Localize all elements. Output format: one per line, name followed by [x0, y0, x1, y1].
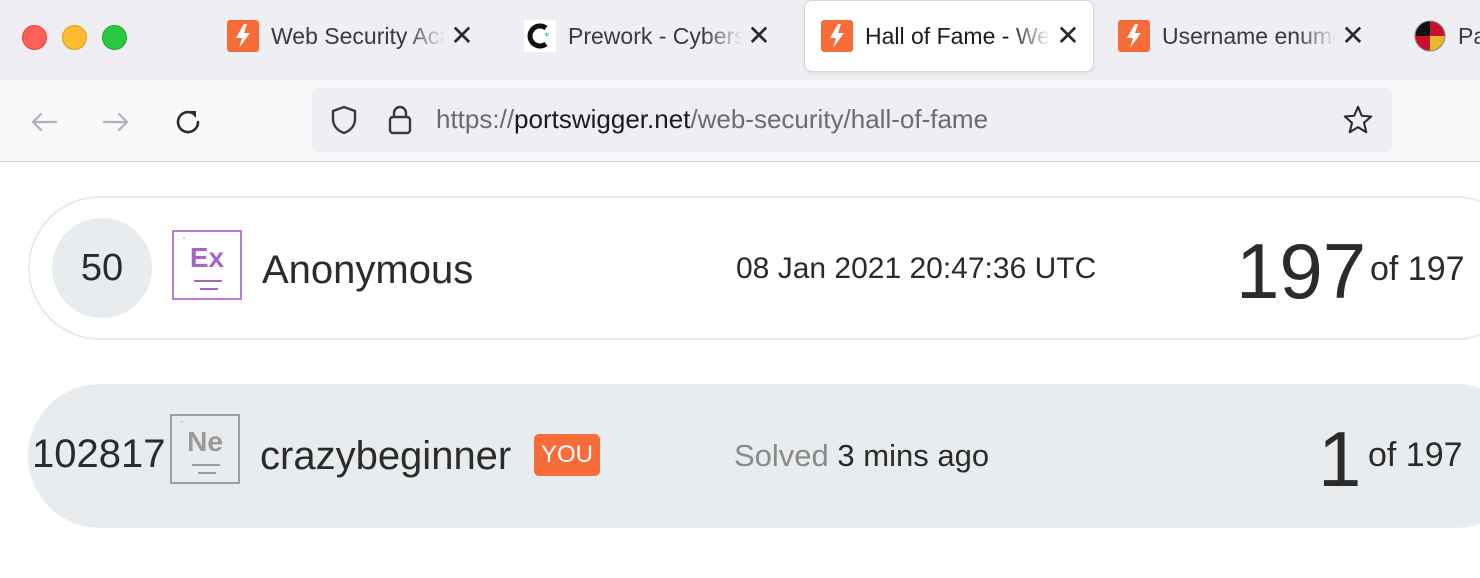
window-maximize-button[interactable] — [102, 25, 127, 50]
lock-icon[interactable] — [384, 104, 416, 136]
tab-title: Username enumeration — [1162, 22, 1336, 49]
portswigger-logo-icon — [227, 20, 259, 52]
arrow-right-icon — [102, 112, 129, 132]
solved-label: Solved — [734, 438, 829, 473]
portswigger-logo-icon — [821, 20, 853, 52]
rank-badge: 50 — [52, 218, 152, 318]
username: crazybeginner — [260, 434, 512, 478]
bookmark-star-icon[interactable] — [1342, 104, 1374, 136]
tab-title: Hall of Fame - Web Security Academy — [865, 22, 1051, 49]
you-badge: YOU — [534, 434, 601, 476]
portswigger-logo-icon — [1118, 20, 1150, 52]
svg-text:*: * — [544, 30, 550, 43]
tab-hall-of-fame[interactable]: Hall of Fame - Web Security Academy ✕ — [804, 0, 1094, 72]
solved-count: 197 — [1236, 227, 1367, 315]
newbie-level-icon: ˈ Ne — [170, 414, 240, 484]
codepath-logo-icon: * — [524, 20, 556, 52]
level-symbol: Ex — [189, 242, 225, 273]
navigation-bar: https://portswigger.net/web-security/hal… — [0, 80, 1480, 162]
address-bar[interactable]: https://portswigger.net/web-security/hal… — [312, 88, 1392, 152]
window-close-button[interactable] — [22, 25, 47, 50]
tab-bar: Web Security Academy ✕ * Prework - Cyber… — [0, 0, 1480, 80]
leaderboard-row: 50 ˈ Ex Anonymous 08 Jan 2021 20:47:36 U… — [28, 196, 1480, 340]
tab-username-enumeration[interactable]: Username enumeration ✕ — [1118, 0, 1378, 72]
completion-date: 08 Jan 2021 20:47:36 UTC — [736, 252, 1097, 285]
rank-number: 102817 — [32, 432, 166, 476]
level-symbol: Ne — [187, 426, 223, 457]
solved-count: 1 — [1318, 415, 1362, 503]
url-path: /web-security/hall-of-fame — [690, 104, 989, 134]
window-minimize-button[interactable] — [62, 25, 87, 50]
tab-partial[interactable]: Pa — [1414, 0, 1480, 72]
tab-close-icon[interactable]: ✕ — [1055, 22, 1081, 50]
tab-close-icon[interactable]: ✕ — [449, 22, 475, 50]
tab-close-icon[interactable]: ✕ — [1340, 22, 1366, 50]
total-labs: of 197 — [1368, 436, 1463, 474]
url-host: portswigger.net — [514, 104, 691, 134]
url-text[interactable]: https://portswigger.net/web-security/hal… — [436, 104, 988, 135]
tab-title: Prework - Cybersecurity — [568, 22, 742, 49]
maryland-flag-icon — [1414, 20, 1446, 52]
tab-close-icon[interactable]: ✕ — [746, 22, 772, 50]
url-scheme: https:// — [436, 104, 515, 134]
tab-prework[interactable]: * Prework - Cybersecurity ✕ — [524, 0, 784, 72]
expert-level-icon: ˈ Ex — [172, 230, 242, 300]
shield-icon[interactable] — [328, 104, 360, 136]
leaderboard-row-current-user: 102817 ˈ Ne crazybeginner YOU Solved 3 m… — [28, 384, 1480, 528]
solved-time: 3 mins ago — [837, 438, 990, 473]
tab-web-security-academy[interactable]: Web Security Academy ✕ — [227, 0, 487, 72]
arrow-left-icon — [31, 112, 58, 132]
solved-status: Solved 3 mins ago — [734, 438, 989, 474]
reload-icon — [176, 110, 200, 134]
back-button[interactable] — [24, 102, 64, 142]
forward-button[interactable] — [96, 102, 136, 142]
reload-button[interactable] — [168, 102, 208, 142]
tab-title: Web Security Academy — [271, 22, 445, 49]
tab-title: Pa — [1458, 22, 1480, 49]
total-labs: of 197 — [1370, 250, 1465, 288]
username: Anonymous — [262, 248, 474, 292]
